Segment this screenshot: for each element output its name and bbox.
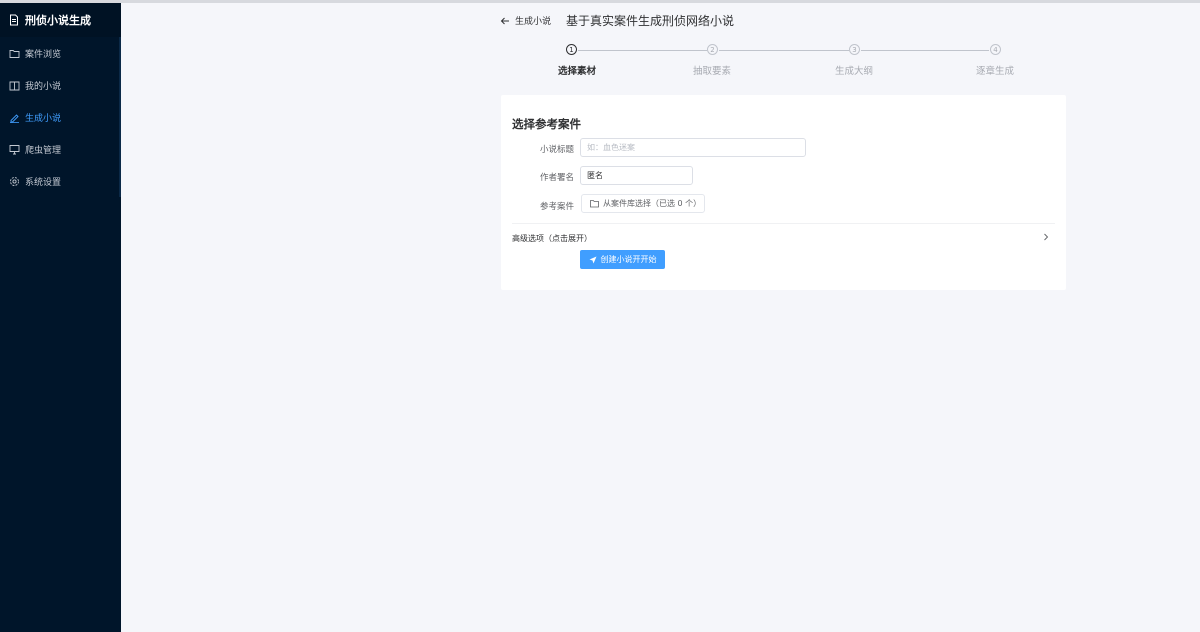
section-title: 选择参考案件 [512, 117, 581, 131]
novel-title-input[interactable]: 如：血色迷案 [580, 138, 806, 157]
divider [512, 223, 1055, 224]
sidebar-item-label: 生成小说 [25, 113, 62, 124]
back-button[interactable]: 生成小说 [500, 14, 551, 27]
sidebar-item-label: 我的小说 [25, 81, 62, 92]
step-connector [719, 50, 849, 51]
app-brand-label: 刑侦小说生成 [25, 14, 91, 27]
step-connector [861, 50, 989, 51]
step-connector [578, 50, 707, 51]
monitor-icon [9, 144, 20, 154]
document-icon [10, 14, 18, 26]
author-input[interactable]: 匿名 [580, 166, 693, 185]
chevron-right-icon[interactable] [1042, 232, 1050, 242]
sidebar-item-case-browse[interactable]: 案件浏览 [0, 37, 119, 69]
page-title: 基于真实案件生成刑侦网络小说 [566, 14, 735, 28]
create-novel-label: 创建小说开开始 [600, 255, 657, 264]
step-1-circle: 1 [566, 44, 577, 55]
arrow-left-icon [500, 17, 509, 24]
advanced-options-toggle[interactable]: 高级选项（点击展开） [512, 233, 592, 244]
sidebar-menu: 案件浏览 我的小说 生成小说 爬虫管理 系统设置 [0, 37, 119, 197]
step-3-label: 生成大纲 [834, 66, 874, 77]
sidebar-item-settings[interactable]: 系统设置 [0, 165, 119, 197]
gear-icon [10, 176, 19, 186]
select-cases-label: 从案件库选择（已选 0 个） [603, 199, 702, 208]
step-2-circle: 2 [707, 44, 718, 55]
create-novel-button[interactable]: 创建小说开开始 [580, 250, 665, 269]
sidebar-item-my-novels[interactable]: 我的小说 [0, 69, 119, 101]
folder-icon [590, 200, 599, 208]
step-3-circle: 3 [849, 44, 860, 55]
sidebar-item-label: 系统设置 [25, 177, 62, 188]
author-label: 作者署名 [539, 173, 574, 183]
send-icon [589, 256, 596, 263]
progress-steps: 1 2 3 4 选择素材 抽取要素 生成大纲 逐章生成 [501, 42, 1066, 82]
sidebar-item-label: 爬虫管理 [25, 145, 62, 156]
folder-icon [9, 49, 20, 58]
app-brand[interactable]: 刑侦小说生成 [0, 3, 121, 37]
novel-title-label: 小说标题 [539, 145, 574, 155]
window-top-border [0, 0, 1200, 3]
back-label: 生成小说 [515, 17, 552, 27]
select-cases-button[interactable]: 从案件库选择（已选 0 个） [581, 194, 705, 213]
step-2-label: 抽取要素 [692, 66, 732, 77]
edit-icon [10, 113, 19, 123]
reference-label: 参考案件 [539, 202, 574, 212]
sidebar-edge [119, 37, 121, 197]
form-card: 选择参考案件 小说标题 如：血色迷案 作者署名 匿名 参考案件 从案件库选择（已… [501, 95, 1066, 290]
step-4-circle: 4 [990, 44, 1001, 55]
book-icon [9, 81, 20, 90]
sidebar-item-crawler[interactable]: 爬虫管理 [0, 133, 119, 165]
sidebar-item-generate-novel[interactable]: 生成小说 [0, 101, 119, 133]
step-1-label: 选择素材 [557, 66, 597, 77]
sidebar-item-label: 案件浏览 [25, 49, 62, 60]
sidebar: 刑侦小说生成 案件浏览 我的小说 生成小说 爬虫管理 系统设置 [0, 3, 121, 632]
step-4-label: 逐章生成 [975, 66, 1015, 77]
